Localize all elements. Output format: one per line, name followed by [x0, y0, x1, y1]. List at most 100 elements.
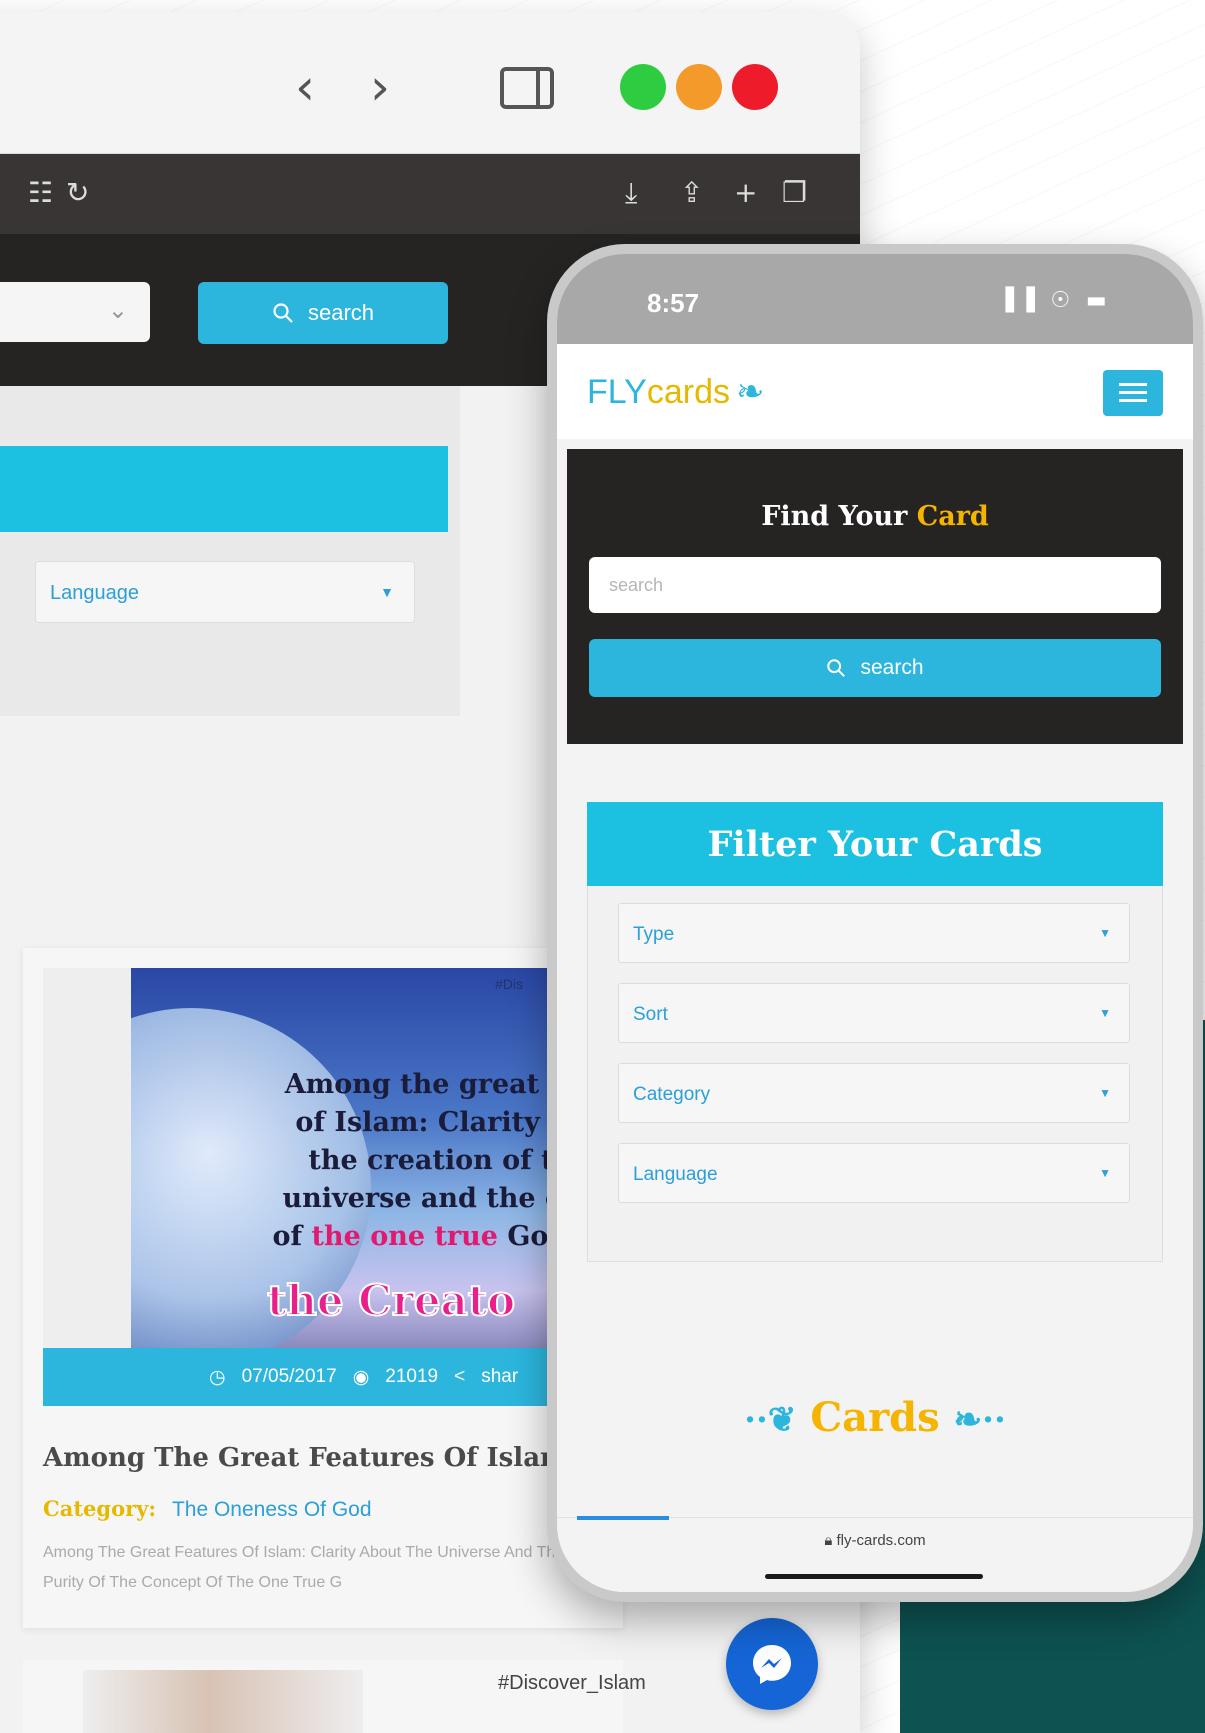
- search-icon: [827, 659, 846, 677]
- logo-fly: FLY: [587, 373, 647, 411]
- language-select-label: Language: [633, 1164, 718, 1185]
- clock-icon: ◷: [209, 1366, 226, 1388]
- caret-down-icon: ▼: [1099, 1006, 1111, 1020]
- quote-line: of Islam: Clarity a: [295, 1107, 567, 1138]
- image-hashtag: #Dis: [495, 976, 524, 992]
- url-bar[interactable]: 🔒︎ fly-cards.com: [557, 1516, 1193, 1592]
- image-quote: Among the great fe of Islam: Clarity a t…: [151, 1066, 603, 1256]
- status-icons: ▐▐ ☉ ▬: [997, 288, 1111, 313]
- menu-icon: [1119, 399, 1147, 402]
- phone-mockup: 8:57 ▐▐ ☉ ▬ FLYcards ❧ Find Your Card se…: [547, 244, 1203, 1602]
- cards-section-heading: ··❦ Cards ❧··: [557, 1394, 1193, 1441]
- home-indicator[interactable]: [765, 1574, 983, 1579]
- desktop-search-button[interactable]: search: [198, 282, 448, 344]
- ornament-right-icon: ❧··: [953, 1400, 1006, 1440]
- sort-select[interactable]: Sort ▼: [618, 983, 1130, 1043]
- sort-select-label: Sort: [633, 1004, 668, 1025]
- battery-icon: ▬: [1085, 288, 1111, 313]
- filter-title: Filter Your Cards: [587, 802, 1163, 886]
- signal-icon: ▐▐: [997, 288, 1039, 313]
- phone-screen: 8:57 ▐▐ ☉ ▬ FLYcards ❧ Find Your Card se…: [557, 254, 1193, 1592]
- caret-down-icon: ▼: [1099, 926, 1111, 940]
- card-item[interactable]: #Discover_Islam: [23, 1660, 646, 1733]
- search-type-select[interactable]: ⌄: [0, 282, 150, 342]
- status-bar: 8:57 ▐▐ ☉ ▬: [557, 254, 1193, 344]
- menu-button[interactable]: [1103, 370, 1163, 416]
- card-image[interactable]: [83, 1670, 363, 1733]
- quote-line: of the one true God (: [151, 1218, 603, 1256]
- cards-heading-text: Cards: [810, 1394, 940, 1441]
- url-address: fly-cards.com: [836, 1532, 926, 1549]
- find-title-accent: Card: [916, 501, 989, 532]
- caret-down-icon: ▼: [380, 584, 394, 600]
- quote-fragment: of: [272, 1221, 312, 1252]
- filter-header-bar: [0, 446, 448, 532]
- flycards-logo[interactable]: FLYcards ❧: [587, 372, 764, 412]
- category-link[interactable]: The Oneness Of God: [172, 1498, 372, 1521]
- category-label: Category:: [43, 1496, 157, 1521]
- card-views: 21019: [385, 1366, 439, 1387]
- browser-titlebar: ‹ ›: [0, 12, 860, 154]
- card-image-frame: #Dis Among the great fe of Islam: Clarit…: [43, 968, 603, 1348]
- find-card-title: Find Your Card: [567, 501, 1183, 532]
- messenger-chat-button[interactable]: [726, 1618, 818, 1710]
- find-card-panel: Find Your Card search: [567, 449, 1183, 744]
- language-select-label: Language: [50, 582, 139, 604]
- messenger-icon: [753, 1645, 791, 1684]
- card-meta-bar: ◷ 07/05/2017 ◉ 21019 < shar: [43, 1348, 603, 1406]
- search-icon: [273, 303, 293, 323]
- quote-highlight: the one true: [311, 1221, 498, 1252]
- language-select[interactable]: Language ▼: [35, 561, 415, 623]
- card-title[interactable]: Among The Great Features Of Islam: [43, 1443, 568, 1473]
- lock-icon: 🔒︎: [824, 1532, 833, 1549]
- eye-icon: ◉: [352, 1366, 370, 1388]
- card-image[interactable]: #Dis Among the great fe of Islam: Clarit…: [131, 968, 603, 1348]
- type-select[interactable]: Type ▼: [618, 903, 1130, 963]
- new-tab-icon[interactable]: +: [734, 176, 757, 210]
- caret-down-icon: ▼: [1099, 1166, 1111, 1180]
- filter-cards-panel: Filter Your Cards Type ▼ Sort ▼ Category…: [587, 802, 1163, 1262]
- search-button-label: search: [307, 300, 375, 325]
- status-time: 8:57: [647, 288, 700, 318]
- back-icon[interactable]: ‹: [295, 62, 315, 112]
- wifi-icon: ☉: [1050, 288, 1075, 313]
- url-text: 🔒︎ fly-cards.com: [557, 1532, 1193, 1549]
- find-title-text: Find Your: [761, 501, 917, 532]
- share-icon[interactable]: <: [454, 1366, 465, 1388]
- search-button-label: search: [860, 656, 924, 679]
- card-item[interactable]: #Dis Among the great fe of Islam: Clarit…: [23, 948, 623, 1628]
- forward-icon[interactable]: ›: [370, 62, 390, 112]
- tabs-icon[interactable]: ❐: [782, 176, 807, 210]
- close-window-button[interactable]: [732, 64, 778, 110]
- sidebar-icon[interactable]: [500, 67, 554, 109]
- page-load-progress: [577, 1516, 669, 1520]
- download-icon[interactable]: ⤓: [625, 176, 637, 210]
- bird-logo-icon: ❧: [735, 373, 765, 411]
- card-category: Category: The Oneness Of God: [43, 1496, 372, 1522]
- image-creator-text: the Creato: [266, 1275, 516, 1326]
- phone-search-button[interactable]: search: [589, 639, 1161, 697]
- share-icon[interactable]: ⇪: [680, 176, 703, 210]
- card-date: 07/05/2017: [241, 1366, 337, 1387]
- caret-down-icon: ▼: [1099, 1086, 1111, 1100]
- chevron-down-icon: ⌄: [107, 297, 128, 324]
- minimize-window-button[interactable]: [676, 64, 722, 110]
- maximize-window-button[interactable]: [620, 64, 666, 110]
- quote-line: the creation of t: [308, 1145, 554, 1176]
- language-select[interactable]: Language ▼: [618, 1143, 1130, 1203]
- card-hashtag: #Discover_Islam: [498, 1672, 646, 1694]
- desktop-filter-area: Language ▼: [0, 386, 460, 716]
- search-input[interactable]: [589, 557, 1161, 613]
- reload-icon[interactable]: ↻: [66, 176, 89, 210]
- translate-icon[interactable]: ☷: [28, 176, 53, 210]
- quote-line: universe and the co: [282, 1183, 580, 1214]
- card-share-label[interactable]: shar: [481, 1366, 518, 1388]
- ornament-left-icon: ··❦: [744, 1400, 797, 1440]
- category-select[interactable]: Category ▼: [618, 1063, 1130, 1123]
- category-select-label: Category: [633, 1084, 711, 1105]
- type-select-label: Type: [633, 924, 675, 945]
- app-header: FLYcards ❧: [557, 344, 1193, 439]
- menu-icon: [1119, 383, 1147, 386]
- logo-cards: cards: [646, 373, 730, 411]
- quote-line: Among the great fe: [284, 1069, 578, 1100]
